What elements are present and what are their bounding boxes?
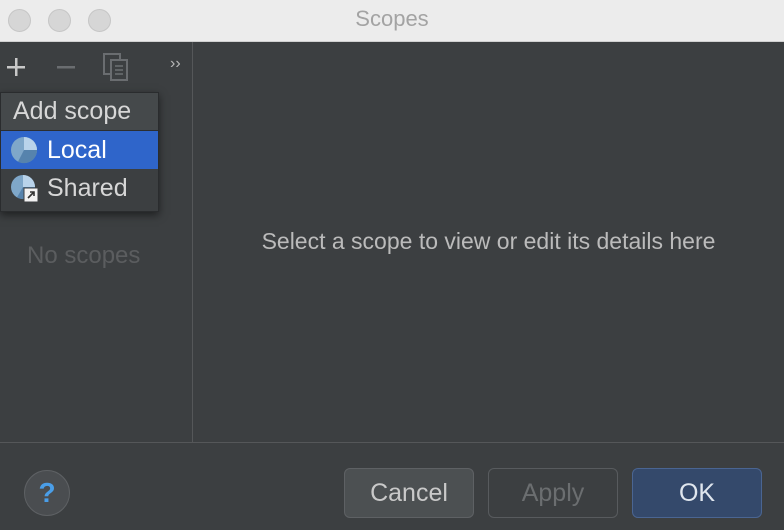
copy-icon (103, 53, 128, 81)
plus-icon (7, 58, 25, 76)
add-scope-button[interactable] (5, 56, 27, 82)
shared-scope-icon (9, 173, 39, 203)
remove-scope-button[interactable] (55, 56, 77, 82)
no-scopes-label: No scopes (27, 242, 141, 269)
window-title: Scopes (355, 6, 429, 31)
help-button[interactable]: ? (24, 470, 70, 516)
minus-icon (57, 66, 75, 69)
apply-button[interactable]: Apply (488, 468, 618, 518)
local-scope-icon (9, 135, 39, 165)
add-scope-popup: Add scope Local Shared (0, 92, 159, 212)
popup-item-label: Local (47, 135, 107, 164)
details-placeholder: Select a scope to view or edit its detai… (261, 228, 716, 254)
popup-header: Add scope (1, 93, 158, 131)
popup-item-label: Shared (47, 173, 128, 202)
footer-divider (0, 442, 784, 443)
cancel-button[interactable]: Cancel (344, 468, 474, 518)
more-actions-chevron-icon[interactable]: ›› (170, 56, 181, 72)
copy-scope-button[interactable] (101, 52, 131, 86)
popup-item-local[interactable]: Local (1, 131, 158, 169)
ok-button[interactable]: OK (632, 468, 762, 518)
title-bar: Scopes (0, 0, 784, 42)
help-icon: ? (38, 477, 56, 508)
popup-item-shared[interactable]: Shared (1, 169, 158, 207)
